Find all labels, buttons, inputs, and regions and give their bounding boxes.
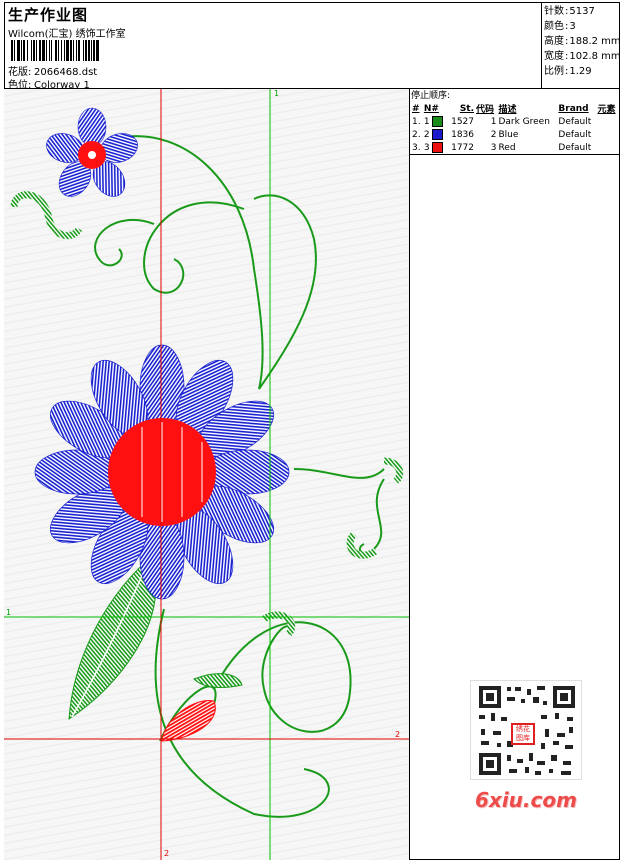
barcode-bar bbox=[46, 40, 47, 61]
stat-colors: 颜色:3 bbox=[544, 21, 576, 32]
curl-right-top bbox=[383, 457, 404, 484]
stat-stitches: 针数:5137 bbox=[544, 6, 595, 17]
col-description: 描述 bbox=[498, 105, 517, 115]
barcode-bar bbox=[73, 40, 74, 61]
barcode-bar bbox=[66, 40, 69, 61]
barcode-bar bbox=[96, 40, 99, 61]
qr-code: 绣花图库 bbox=[470, 680, 582, 780]
color-swatch bbox=[432, 129, 444, 140]
daisy-flower bbox=[34, 344, 290, 600]
barcode-bar bbox=[51, 40, 52, 61]
col-element: 元素 bbox=[597, 105, 616, 115]
col-needle: N# bbox=[423, 103, 439, 114]
col-code: 代码 bbox=[476, 105, 495, 115]
curl-left bbox=[10, 191, 83, 239]
barcode-bar bbox=[23, 40, 25, 61]
stop-sequence-title: 停止顺序: bbox=[411, 91, 451, 101]
barcode-bar bbox=[11, 40, 13, 61]
guide-h-label-2: 2 bbox=[395, 730, 401, 739]
color-swatch bbox=[432, 142, 444, 153]
header-divider bbox=[541, 2, 542, 88]
color-swatch bbox=[432, 116, 444, 127]
barcode-bar bbox=[83, 40, 84, 61]
barcode-bar bbox=[91, 40, 92, 61]
barcode-bar bbox=[36, 40, 37, 61]
barcode-bar bbox=[31, 40, 32, 61]
stat-scale: 比例:1.29 bbox=[544, 66, 592, 77]
small-flower bbox=[46, 107, 138, 197]
stop-sequence-table: # N# St. 代码 描述 Brand 元素 1. 1 1527 1 Dark… bbox=[411, 102, 619, 154]
col-stitches: St. bbox=[459, 103, 475, 114]
embroidery-design bbox=[4, 89, 409, 860]
barcode-bar bbox=[61, 40, 62, 61]
barcode-bar bbox=[64, 40, 65, 61]
embroidery-preview[interactable]: 1 2 1 2 bbox=[4, 89, 409, 860]
barcode-bar bbox=[39, 40, 41, 61]
barcode-bar bbox=[70, 40, 72, 61]
curl-center bbox=[262, 611, 295, 636]
bud-leaf bbox=[193, 673, 243, 688]
barcode-bar bbox=[88, 40, 90, 61]
stop-sequence-panel: 停止顺序: # N# St. 代码 描述 Brand 元素 1. 1 1527 … bbox=[411, 90, 619, 154]
stop-table-bottom-line bbox=[410, 154, 620, 155]
watermark-stamp: 绣花图库 bbox=[511, 723, 535, 745]
barcode-bar bbox=[17, 40, 20, 61]
stat-height: 高度:188.2 mm bbox=[544, 36, 620, 47]
design-stats: 针数:5137 颜色:3 高度:188.2 mm 宽度:102.8 mm 比例:… bbox=[544, 4, 620, 79]
barcode-bar bbox=[49, 40, 50, 61]
barcode-bar bbox=[58, 40, 59, 61]
barcode-bar bbox=[42, 40, 45, 61]
barcode-bar bbox=[33, 40, 35, 61]
software-label: Wilcom(汇宝) 绣饰工作室 bbox=[8, 29, 126, 40]
barcode-bar bbox=[93, 40, 95, 61]
header-info: 生产作业图 Wilcom(汇宝) 绣饰工作室 花版: 2066468.dst 色位… bbox=[6, 4, 538, 91]
table-row[interactable]: 1. 1 1527 1 Dark Green Default bbox=[411, 115, 619, 128]
page-title: 生产作业图 bbox=[8, 6, 89, 24]
guide-h-label-1: 1 bbox=[6, 608, 12, 617]
barcode bbox=[11, 40, 99, 61]
barcode-bar bbox=[55, 40, 57, 61]
watermark-site: 6xiu.com bbox=[475, 788, 577, 812]
barcode-bar bbox=[21, 40, 22, 61]
guide-v-label-1: 1 bbox=[274, 89, 280, 98]
panel-divider bbox=[409, 89, 410, 860]
barcode-bar bbox=[27, 40, 28, 61]
col-brand: Brand bbox=[558, 103, 589, 114]
barcode-bar bbox=[76, 40, 77, 61]
barcode-bar bbox=[14, 40, 15, 61]
barcode-bar bbox=[78, 40, 80, 61]
barcode-bar bbox=[85, 40, 87, 61]
guide-v-label-2: 2 bbox=[164, 849, 170, 858]
col-index: # bbox=[412, 103, 420, 114]
table-row[interactable]: 3. 3 1772 3 Red Default bbox=[411, 141, 619, 154]
stat-width: 宽度:102.8 mm bbox=[544, 51, 620, 62]
table-row[interactable]: 2. 2 1836 2 Blue Default bbox=[411, 128, 619, 141]
